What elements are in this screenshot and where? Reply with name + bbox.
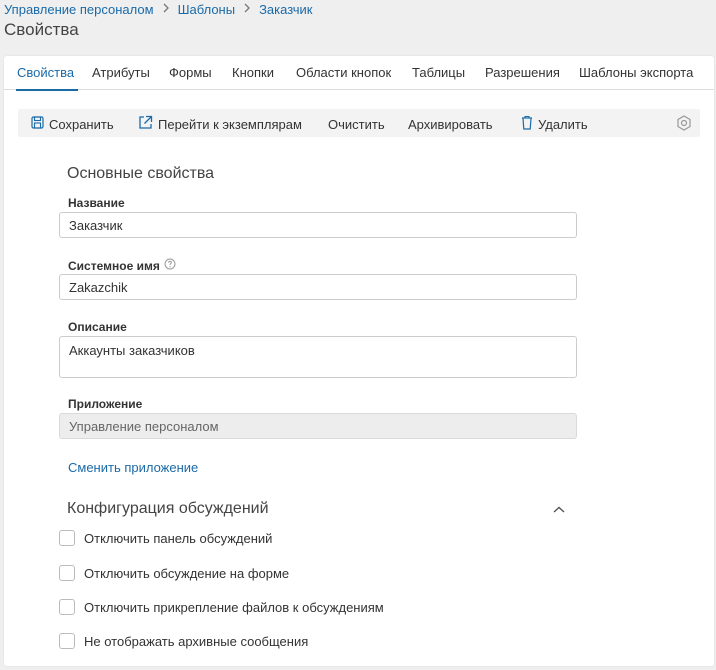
application-label-text: Приложение [68, 397, 143, 411]
tab-tables[interactable]: Таблицы [412, 65, 465, 80]
tab-bar: Свойства Атрибуты Формы Кнопки Области к… [4, 56, 714, 91]
option-label: Отключить панель обсуждений [84, 530, 273, 546]
main-props-title: Основные свойства [67, 165, 215, 182]
checkbox[interactable] [59, 530, 75, 546]
clear-label: Очистить [328, 116, 385, 132]
save-icon [31, 116, 44, 132]
option-label: Отключить обсуждение на форме [84, 565, 290, 581]
trash-icon [521, 115, 533, 133]
tab-forms[interactable]: Формы [169, 65, 212, 80]
application-label: Приложение [68, 397, 142, 411]
page-title: Свойства [4, 20, 79, 39]
clear-button[interactable]: Очистить [328, 115, 385, 133]
disable-discussion-panel-option[interactable]: Отключить панель обсуждений [59, 530, 272, 546]
help-icon[interactable] [164, 258, 176, 273]
description-label-text: Описание [68, 320, 127, 334]
toolbar: Сохранить Перейти к экземплярам Очистить… [18, 109, 700, 137]
change-application-link[interactable]: Сменить приложение [68, 460, 198, 475]
chevron-up-icon[interactable] [552, 503, 566, 518]
application-field [59, 413, 577, 439]
name-label-text: Название [68, 196, 125, 210]
delete-button[interactable]: Удалить [521, 115, 588, 133]
disable-file-attachments-option[interactable]: Отключить прикрепление файлов к обсужден… [59, 599, 384, 615]
tab-permissions[interactable]: Разрешения [485, 65, 560, 80]
breadcrumb-item-app[interactable]: Управление персоналом [4, 2, 154, 17]
tab-buttons[interactable]: Кнопки [232, 65, 274, 80]
archive-label: Архивировать [408, 116, 493, 132]
option-label: Отключить прикрепление файлов к обсужден… [84, 599, 384, 615]
tab-button-areas[interactable]: Области кнопок [296, 65, 391, 80]
breadcrumb-item-current[interactable]: Заказчик [259, 2, 312, 17]
save-label: Сохранить [49, 116, 114, 132]
checkbox[interactable] [59, 565, 75, 581]
external-link-icon [138, 115, 153, 133]
system-name-label-text: Системное имя [68, 258, 160, 273]
tab-properties[interactable]: Свойства [17, 65, 74, 80]
goto-instances-label: Перейти к экземплярам [158, 116, 302, 132]
description-label: Описание [68, 320, 127, 334]
breadcrumb-item-templates[interactable]: Шаблоны [178, 2, 236, 17]
settings-icon[interactable] [676, 115, 692, 134]
name-label: Название [68, 196, 125, 210]
breadcrumb: Управление персоналом Шаблоны Заказчик [4, 0, 312, 18]
tab-attributes[interactable]: Атрибуты [92, 65, 150, 80]
goto-instances-button[interactable]: Перейти к экземплярам [138, 115, 302, 133]
name-field[interactable] [59, 212, 577, 238]
discussion-config-title: Конфигурация обсуждений [67, 500, 269, 517]
tab-export-templates[interactable]: Шаблоны экспорта [579, 65, 693, 80]
archive-button[interactable]: Архивировать [408, 115, 493, 133]
disable-form-discussion-option[interactable]: Отключить обсуждение на форме [59, 565, 289, 581]
active-tab-indicator [16, 89, 78, 91]
description-field[interactable]: Аккаунты заказчиков [59, 336, 577, 378]
checkbox[interactable] [59, 599, 75, 615]
save-button[interactable]: Сохранить [31, 115, 114, 133]
properties-card: Свойства Атрибуты Формы Кнопки Области к… [4, 56, 714, 666]
hide-archived-messages-option[interactable]: Не отображать архивные сообщения [59, 633, 308, 649]
system-name-label: Системное имя [68, 258, 176, 273]
chevron-right-icon [243, 3, 251, 16]
checkbox[interactable] [59, 633, 75, 649]
system-name-field[interactable] [59, 274, 577, 300]
option-label: Не отображать архивные сообщения [84, 633, 309, 649]
chevron-right-icon [162, 3, 170, 16]
delete-label: Удалить [538, 116, 588, 132]
